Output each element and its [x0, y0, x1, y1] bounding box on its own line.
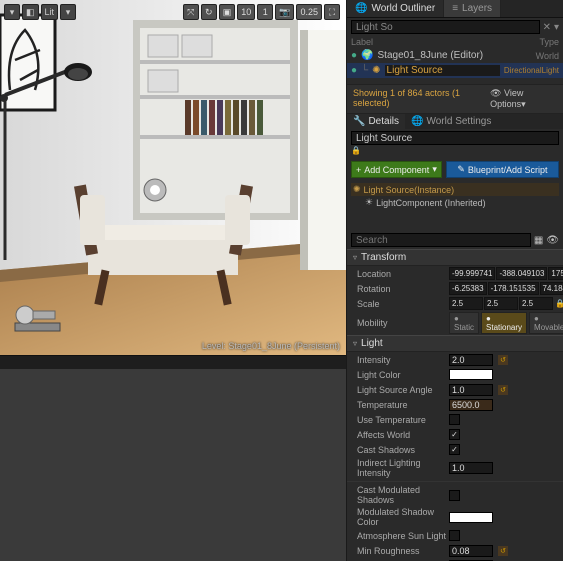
atmo-sun-check[interactable] [449, 530, 460, 541]
tab-world-settings[interactable]: 🌐World Settings [405, 114, 497, 129]
vp-persp[interactable]: ◧ [22, 4, 39, 20]
mobility-static[interactable]: ● Static [449, 312, 479, 334]
mobility-movable[interactable]: ● Movable [529, 312, 563, 334]
outliner-count: Showing 1 of 864 actors (1 selected) [353, 88, 490, 110]
component-light[interactable]: ☀LightComponent (Inherited) [351, 196, 559, 209]
mobility-stationary[interactable]: ● Stationary [481, 312, 527, 334]
vp-show[interactable]: ▾ [60, 4, 76, 20]
light-color-swatch[interactable] [449, 369, 493, 380]
component-root[interactable]: ✺Light Source(Instance) [351, 183, 559, 196]
light-icon: ✺ [372, 65, 380, 76]
blueprint-button[interactable]: ✎Blueprint/Add Script [446, 161, 559, 178]
globe-icon: 🌐 [355, 3, 367, 14]
vp-max[interactable]: ⛶ [324, 4, 340, 20]
tab-layers[interactable]: ≡Layers [444, 0, 501, 17]
use-temp-check[interactable] [449, 414, 460, 425]
blueprint-icon: ✎ [457, 164, 465, 175]
add-component-button[interactable]: +Add Component▾ [351, 161, 442, 178]
cast-shadows-check[interactable] [449, 444, 460, 455]
intensity-input[interactable] [449, 354, 493, 366]
clear-icon[interactable]: ✕ [543, 22, 551, 33]
vp-snap-rot[interactable]: ↻ [201, 4, 217, 20]
view-options[interactable]: 👁 View Options▾ [490, 88, 557, 110]
lock-icon[interactable]: 🔒 [555, 299, 563, 308]
layers-icon: ≡ [452, 3, 458, 14]
reset-icon[interactable]: ↺ [498, 546, 508, 556]
content-drawer-bar[interactable] [0, 355, 346, 369]
vp-cam[interactable]: 📷 [275, 4, 294, 20]
reset-icon[interactable]: ↺ [498, 385, 508, 395]
mod-color-swatch[interactable] [449, 512, 493, 523]
col-label[interactable]: Label [351, 37, 539, 47]
properties-panel[interactable]: ▿Transform Location-99.999741-388.049103… [347, 249, 563, 561]
source-angle-input[interactable] [449, 384, 493, 396]
eye-icon[interactable]: 👁 [546, 235, 559, 246]
min-rough-input[interactable] [449, 545, 493, 557]
details-icon: 🔧 [353, 116, 365, 127]
visibility-icon[interactable]: ● [351, 65, 357, 76]
vp-scale[interactable]: 1 [257, 4, 273, 20]
vp-lit[interactable]: Lit [41, 4, 59, 20]
actor-name[interactable] [351, 131, 559, 145]
visibility-icon[interactable]: ● [351, 50, 357, 61]
plus-icon: + [356, 165, 361, 175]
vp-grid[interactable]: 10 [237, 4, 255, 20]
col-type[interactable]: Type [539, 37, 559, 47]
affects-world-check[interactable] [449, 429, 460, 440]
world-settings-icon: 🌐 [411, 116, 423, 127]
vp-snap-scale[interactable]: ▣ [219, 4, 236, 20]
reset-icon[interactable]: ↺ [498, 355, 508, 365]
outliner-search[interactable] [351, 20, 540, 34]
viewport[interactable]: ▾ ◧ Lit ▾ ⤧ ↻ ▣ 10 1 📷 0.25 ⛶ Level: Sta… [0, 0, 346, 355]
world-icon: 🌍 [361, 50, 373, 61]
property-matrix-icon[interactable]: ▦ [534, 235, 543, 246]
lock-icon[interactable]: 🔒 [351, 146, 361, 155]
cast-mod-check[interactable] [449, 490, 460, 501]
cat-transform[interactable]: ▿Transform [347, 249, 563, 266]
indirect-input[interactable] [449, 462, 493, 474]
vp-menu[interactable]: ▾ [4, 4, 20, 20]
cat-light[interactable]: ▿Light [347, 335, 563, 352]
temperature-input[interactable] [449, 399, 493, 411]
outliner-light-source[interactable]: ● └ ✺ Light Source DirectionalLight [347, 63, 563, 78]
eye-icon: 👁 [490, 88, 501, 98]
level-label: Level: Stage01_8June (Persistent) [202, 341, 340, 351]
filter-icon[interactable]: ▾ [554, 22, 559, 33]
outliner-world[interactable]: ● 🌍 Stage01_8June (Editor) World [347, 48, 563, 63]
vp-snap-move[interactable]: ⤧ [183, 4, 199, 20]
actor-icon: ✺ [353, 184, 361, 195]
details-search[interactable] [351, 233, 531, 247]
tab-world-outliner[interactable]: 🌐World Outliner [347, 0, 444, 17]
vp-speed[interactable]: 0.25 [296, 4, 322, 20]
light-comp-icon: ☀ [365, 197, 373, 208]
tab-details[interactable]: 🔧Details [347, 114, 405, 129]
